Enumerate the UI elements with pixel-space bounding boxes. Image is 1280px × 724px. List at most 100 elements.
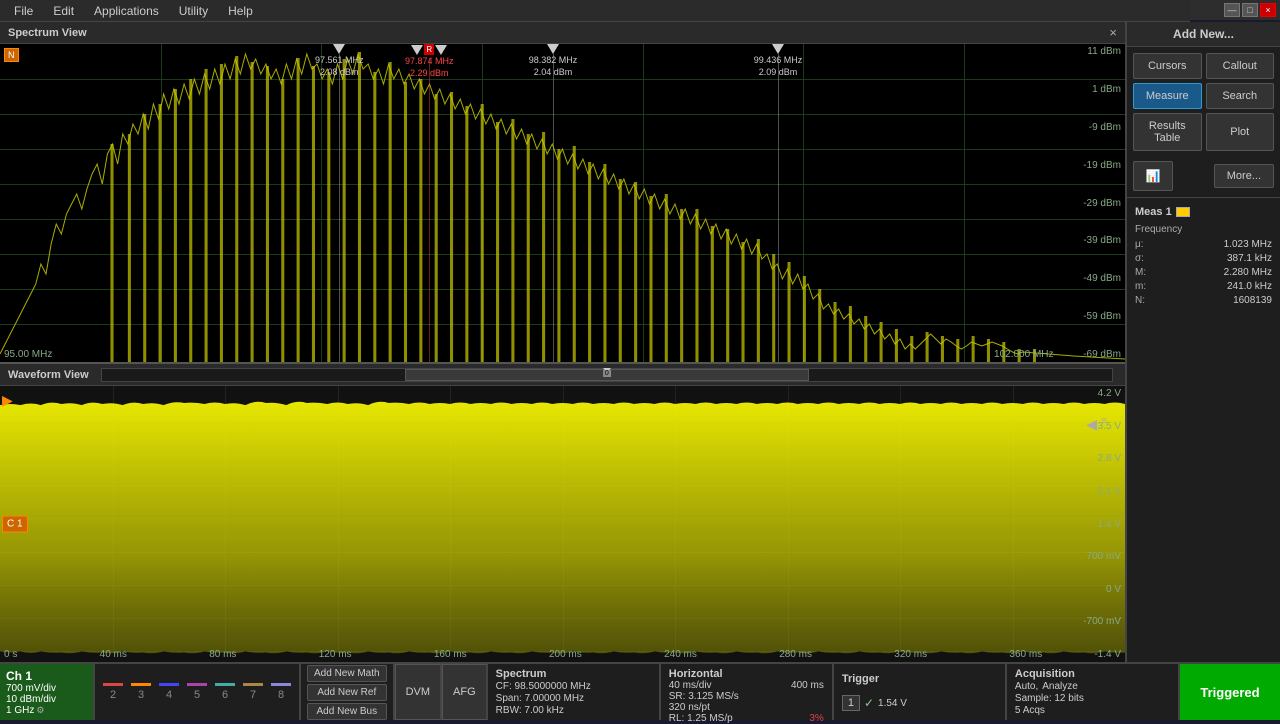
ch7-button[interactable]: 7	[239, 668, 267, 716]
ch8-button[interactable]: 8	[267, 668, 295, 716]
acquisition-sample: Sample: 12 bits	[1015, 693, 1170, 704]
waveform-view-title: Waveform View	[8, 369, 89, 381]
wf-y-top: 4.2 V	[1083, 388, 1121, 399]
meas1-max-val: 2.280 MHz	[1224, 267, 1272, 278]
icon-row: 📊 More...	[1127, 157, 1280, 195]
trigger-info[interactable]: Trigger 1 ✓ 1.54 V	[834, 664, 1007, 720]
menu-help[interactable]: Help	[218, 2, 263, 20]
meas1-type: Frequency	[1135, 224, 1272, 235]
plot-button[interactable]: Plot	[1206, 113, 1275, 151]
menu-applications[interactable]: Applications	[84, 2, 169, 20]
horizontal-pct: 3%	[809, 713, 823, 724]
wf-y-4: 1.4 V	[1083, 519, 1121, 530]
wf-y-2: 2.8 V	[1083, 453, 1121, 464]
spectrum-info-cf: CF: 98.5000000 MHz	[496, 681, 651, 692]
spectrum-waveform	[0, 44, 1125, 362]
menu-utility[interactable]: Utility	[169, 2, 218, 20]
add-new-math-button[interactable]: Add New Math	[307, 665, 387, 682]
waveform-scrollbar[interactable]: 0	[101, 368, 1113, 382]
dvm-button[interactable]: DVM	[395, 664, 442, 720]
add-new-bus-button[interactable]: Add New Bus	[307, 703, 387, 720]
y-label-4: -19 dBm	[1083, 160, 1121, 171]
ch1-badge: C 1	[2, 516, 28, 533]
wf-x-7: 280 ms	[779, 649, 812, 660]
marker-2-ref: R 97.874 MHz 2.29 dBm	[405, 44, 454, 79]
wf-x-5: 200 ms	[549, 649, 582, 660]
spectrum-info-rbw: RBW: 7.00 kHz	[496, 705, 651, 716]
wf-y-5: 700 mV	[1083, 551, 1121, 562]
right-panel: Add New... Cursors Callout Measure Searc…	[1125, 22, 1280, 662]
ch1-pos-marker: ▶	[2, 392, 13, 409]
search-button[interactable]: Search	[1206, 83, 1275, 109]
marker-3: 98.382 MHz 2.04 dBm	[529, 44, 578, 78]
x-axis-labels: 95.00 MHz 102.000 MHz	[0, 349, 1058, 360]
triggered-button[interactable]: Triggered	[1180, 664, 1280, 720]
meas1-mu-row: μ: 1.023 MHz	[1135, 239, 1272, 250]
y-label-5: -29 dBm	[1083, 198, 1121, 209]
x-label-start: 95.00 MHz	[4, 349, 52, 360]
meas1-title-row: Meas 1	[1135, 206, 1272, 218]
ch2-button[interactable]: 2	[99, 668, 127, 716]
spectrum-info-span: Span: 7.00000 MHz	[496, 693, 651, 704]
ch4-button[interactable]: 4	[155, 668, 183, 716]
add-new-buttons: Add New Math Add New Ref Add New Bus	[301, 664, 395, 720]
results-table-button[interactable]: Results Table	[1133, 113, 1202, 151]
y-label-1: 11 dBm	[1083, 46, 1121, 57]
meas1-title: Meas 1	[1135, 206, 1172, 218]
spectrum-info[interactable]: Spectrum CF: 98.5000000 MHz Span: 7.0000…	[488, 664, 661, 720]
trigger-ch-num: 1	[842, 695, 860, 711]
y-label-7: -49 dBm	[1083, 273, 1121, 284]
marker-1: 97.561 MHz 2.08 dBm	[315, 44, 364, 78]
meas1-sigma-val: 387.1 kHz	[1227, 253, 1272, 264]
meas1-mu-val: 1.023 MHz	[1224, 239, 1272, 250]
marker-4: 99.436 MHz 2.09 dBm	[754, 44, 803, 78]
waveform-canvas: 4.2 V 3.5 V 2.8 V 2.1 V 1.4 V 700 mV 0 V…	[0, 386, 1125, 662]
menu-file[interactable]: File	[4, 2, 43, 20]
measure-button[interactable]: Measure	[1133, 83, 1202, 109]
trigger-title: Trigger	[842, 673, 997, 685]
spectrum-view-header: Spectrum View ×	[0, 22, 1125, 44]
callout-button[interactable]: Callout	[1206, 53, 1275, 79]
menu-edit[interactable]: Edit	[43, 2, 84, 20]
acquisition-acqs: 5 Acqs	[1015, 705, 1170, 716]
ch5-button[interactable]: 5	[183, 668, 211, 716]
ch3-button[interactable]: 3	[127, 668, 155, 716]
wf-x-4: 160 ms	[434, 649, 467, 660]
wf-x-1: 40 ms	[100, 649, 127, 660]
minimize-button[interactable]: —	[1224, 3, 1240, 17]
bottom-status-bar: Ch 1 700 mV/div 10 dBm/div 1 GHz ⚙ 2 3 4…	[0, 662, 1280, 720]
cursors-button[interactable]: Cursors	[1133, 53, 1202, 79]
wf-x-labels: 0 s 40 ms 80 ms 120 ms 160 ms 200 ms 240…	[0, 649, 1046, 660]
horizontal-rl: RL: 1.25 MS/p	[669, 713, 733, 724]
spectrum-view: Spectrum View ×	[0, 22, 1125, 364]
more-button[interactable]: More...	[1214, 164, 1274, 188]
horizontal-ms-div: 40 ms/div 400 ms	[669, 680, 824, 691]
meas1-mu-key: μ:	[1135, 239, 1144, 250]
spectrum-info-title: Spectrum	[496, 668, 651, 680]
ch6-button[interactable]: 6	[211, 668, 239, 716]
wf-x-3: 120 ms	[319, 649, 352, 660]
horizontal-info[interactable]: Horizontal 40 ms/div 400 ms SR: 3.125 MS…	[661, 664, 834, 720]
wf-x-0: 0 s	[4, 649, 17, 660]
trigger-check-icon: ✓	[864, 696, 874, 710]
add-new-ref-button[interactable]: Add New Ref	[307, 684, 387, 701]
ch1-freq: 1 GHz ⚙	[6, 705, 87, 716]
waveform-view: Waveform View 0	[0, 364, 1125, 662]
spectrum-icon-button[interactable]: 📊	[1133, 161, 1173, 191]
meas1-sigma-key: σ:	[1135, 253, 1144, 264]
maximize-button[interactable]: □	[1242, 3, 1258, 17]
close-button[interactable]: ×	[1260, 3, 1276, 17]
meas1-n-row: N: 1608139	[1135, 295, 1272, 306]
waveform-view-header: Waveform View 0	[0, 364, 1125, 386]
spectrum-close-icon[interactable]: ×	[1109, 25, 1117, 40]
meas1-max-key: M:	[1135, 267, 1146, 278]
meas1-n-key: N:	[1135, 295, 1145, 306]
meas1-min-row: m: 241.0 kHz	[1135, 281, 1272, 292]
channel-buttons: 2 3 4 5 6 7 8	[95, 664, 301, 720]
ch1-info[interactable]: Ch 1 700 mV/div 10 dBm/div 1 GHz ⚙	[0, 664, 95, 720]
wf-x-9: 360 ms	[1009, 649, 1042, 660]
acquisition-info[interactable]: Acquisition Auto, Analyze Sample: 12 bit…	[1007, 664, 1180, 720]
wf-y-3: 2.1 V	[1083, 486, 1121, 497]
trigger-pos-marker: ◀	[1086, 416, 1097, 433]
afg-button[interactable]: AFG	[442, 664, 488, 720]
